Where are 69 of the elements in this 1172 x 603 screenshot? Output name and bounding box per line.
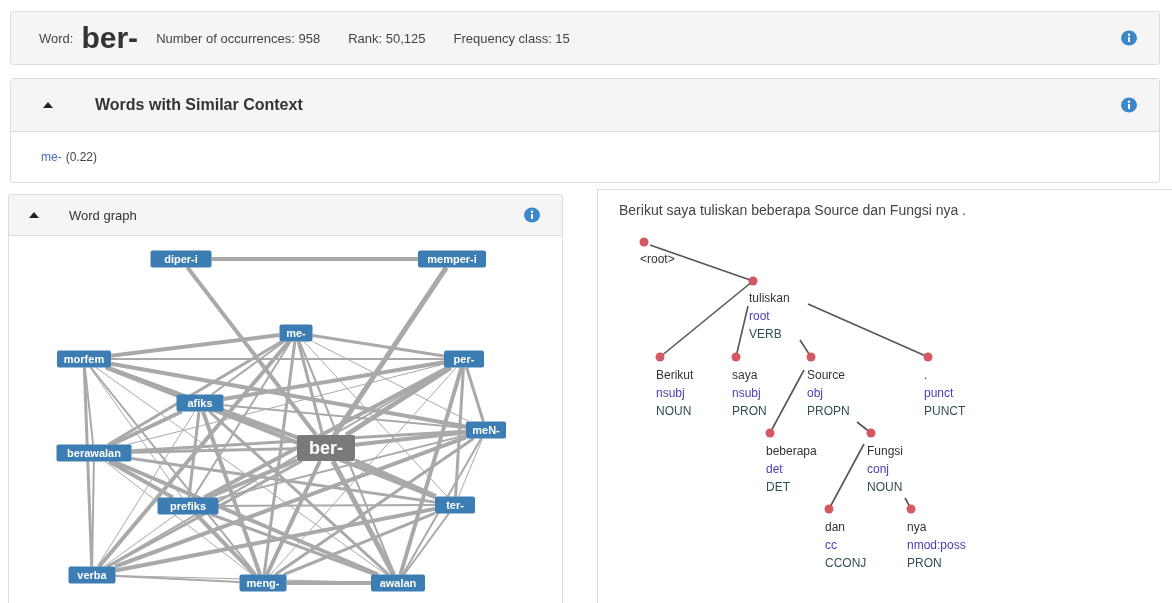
dependency-label: nsubj xyxy=(732,386,761,400)
pos-tag: PRON xyxy=(732,404,767,418)
pos-tag: PROPN xyxy=(807,404,850,418)
caret-icon[interactable] xyxy=(43,102,53,108)
statistic: Frequency class: 15 xyxy=(453,30,570,46)
graph-node[interactable]: meng- xyxy=(239,574,287,592)
node-dot[interactable] xyxy=(765,428,775,438)
pos-tag: VERB xyxy=(749,327,782,341)
pos-tag: CCONJ xyxy=(825,556,867,570)
token-word: saya xyxy=(732,368,758,382)
node-dot[interactable] xyxy=(866,428,876,438)
token-word: Berikut xyxy=(656,368,694,382)
word-title: ber- xyxy=(81,23,139,53)
node-dot[interactable] xyxy=(731,352,741,362)
pos-tag: PRON xyxy=(907,556,942,570)
panel-header[interactable]: Word graph xyxy=(9,195,562,236)
graph-node[interactable]: memper-i xyxy=(418,250,486,268)
graph-node[interactable]: ber- xyxy=(297,435,355,461)
dependency-label: root xyxy=(749,309,770,323)
similarity-score: (0.22) xyxy=(65,150,98,164)
graph-node[interactable]: ter- xyxy=(435,496,475,514)
node-dot[interactable] xyxy=(806,352,816,362)
panel-title: Word graph xyxy=(69,207,137,223)
statistic: Rank: 50,125 xyxy=(348,30,426,46)
graph-node[interactable]: per- xyxy=(444,350,484,368)
graph-node[interactable]: afiks xyxy=(176,394,224,412)
dependency-label: conj xyxy=(867,462,889,476)
dependency-label: obj xyxy=(807,386,823,400)
graph-node[interactable]: awalan xyxy=(371,574,425,592)
pos-tag: DET xyxy=(766,480,790,494)
token-word: beberapa xyxy=(766,444,817,458)
info-icon[interactable] xyxy=(1121,97,1137,113)
graph-node[interactable]: me- xyxy=(279,324,313,342)
word-link[interactable]: me- xyxy=(41,150,62,164)
panel-title: Words with Similar Context xyxy=(95,96,303,114)
token-word: Fungsi xyxy=(867,444,904,458)
token-word: dan xyxy=(825,520,846,534)
info-icon[interactable] xyxy=(524,207,540,223)
graph-node[interactable]: verba xyxy=(68,566,116,584)
sentence: Berikut saya tuliskan beberapa Source dan Fungsi nya . xyxy=(619,202,967,218)
graph-node[interactable]: prefiks xyxy=(157,497,219,515)
node-dot[interactable] xyxy=(639,237,649,247)
token-word: Source xyxy=(807,368,846,382)
token-word: <root> xyxy=(640,252,675,266)
pos-tag: PUNCT xyxy=(924,404,966,418)
token-word: . xyxy=(924,368,928,382)
statistic: Number of occurrences: 958 xyxy=(156,30,321,46)
pos-tag: NOUN xyxy=(656,404,692,418)
token-word: tuliskan xyxy=(749,291,790,305)
panel-header[interactable]: Words with Similar Context xyxy=(11,79,1159,132)
graph-node[interactable]: diper-i xyxy=(150,250,212,268)
node-dot[interactable] xyxy=(748,276,758,286)
dependency-label: det xyxy=(766,462,783,476)
graph-node[interactable]: meN- xyxy=(466,421,506,439)
dependency-label: nsubj xyxy=(656,386,685,400)
node-dot[interactable] xyxy=(923,352,933,362)
graph-node[interactable]: morfem xyxy=(57,350,111,368)
node-dot[interactable] xyxy=(824,504,834,514)
caret-icon[interactable] xyxy=(29,212,39,218)
word-label: Word: xyxy=(39,30,74,46)
dependency-label: punct xyxy=(924,386,954,400)
pos-tag: NOUN xyxy=(867,480,903,494)
graph-node[interactable]: berawalan xyxy=(56,444,132,462)
token-word: nya xyxy=(907,520,927,534)
node-dot[interactable] xyxy=(906,504,916,514)
dependency-label: cc xyxy=(825,538,837,552)
info-icon[interactable] xyxy=(1121,30,1137,46)
node-dot[interactable] xyxy=(655,352,665,362)
dependency-label: nmod:poss xyxy=(907,538,966,552)
